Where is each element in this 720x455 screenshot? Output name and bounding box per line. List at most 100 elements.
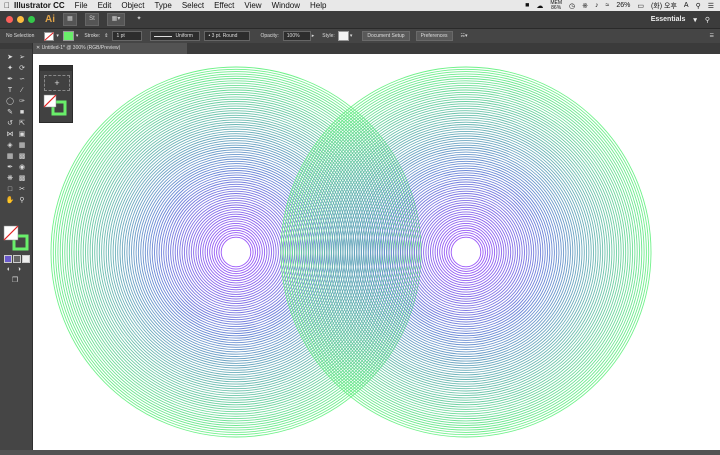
pencil-tool-icon[interactable]: ✎ bbox=[5, 108, 15, 117]
stroke-stepper-icon[interactable]: ⇕ bbox=[104, 33, 108, 39]
direct-selection-tool-icon[interactable]: ➢ bbox=[17, 53, 27, 62]
menu-object[interactable]: Object bbox=[121, 1, 144, 10]
width-tool-icon[interactable]: ⋈ bbox=[5, 130, 15, 139]
ring bbox=[386, 172, 546, 332]
cloud-icon[interactable]: ☁ bbox=[536, 2, 543, 10]
opacity-dropdown-icon[interactable]: ▸ bbox=[312, 33, 315, 39]
menu-window[interactable]: Window bbox=[272, 1, 300, 10]
document-setup-button[interactable]: Document Setup bbox=[362, 31, 410, 41]
menu-edit[interactable]: Edit bbox=[98, 1, 112, 10]
artboard-canvas[interactable] bbox=[33, 54, 720, 450]
bluetooth-icon[interactable]: ※ bbox=[582, 2, 588, 10]
stroke-weight-field[interactable]: 1 pt bbox=[112, 31, 143, 41]
search-help-icon[interactable]: ⚲ bbox=[705, 16, 710, 24]
none-mode-icon[interactable] bbox=[22, 255, 30, 263]
close-tab-icon[interactable]: ✕ bbox=[36, 45, 40, 51]
screen-mode-icon[interactable]: ❐ bbox=[10, 276, 20, 285]
draw-behind-icon[interactable]: ◑ bbox=[14, 265, 24, 274]
mesh-tool-icon[interactable]: ▦ bbox=[5, 152, 15, 161]
clock-text[interactable]: (화) 오후 bbox=[651, 1, 677, 11]
type-tool-icon[interactable]: T bbox=[5, 86, 15, 95]
perspective-grid-tool-icon[interactable]: ▦ bbox=[17, 141, 27, 150]
arrange-documents-icon[interactable]: ▦▾ bbox=[107, 13, 125, 26]
preferences-button[interactable]: Preferences bbox=[415, 31, 453, 41]
status-icon[interactable]: ■ bbox=[525, 2, 529, 9]
gradient-mode-icon[interactable] bbox=[13, 255, 21, 263]
curvature-tool-icon[interactable]: ∽ bbox=[17, 75, 27, 84]
zoom-window-button[interactable] bbox=[28, 16, 35, 23]
free-transform-tool-icon[interactable]: ▣ bbox=[17, 130, 27, 139]
gradient-tool-icon[interactable]: ▩ bbox=[17, 152, 27, 161]
input-source[interactable]: A bbox=[684, 2, 689, 9]
column-graph-tool-icon[interactable]: ▩ bbox=[17, 174, 27, 183]
stroke-dropdown-icon[interactable]: ▾ bbox=[76, 33, 79, 39]
close-window-button[interactable] bbox=[6, 16, 13, 23]
blend-tool-icon[interactable]: ◉ bbox=[17, 163, 27, 172]
clock-icon[interactable]: ◷ bbox=[569, 2, 575, 10]
lasso-tool-icon[interactable]: ⟳ bbox=[17, 64, 27, 73]
arrange-panel-icon[interactable]: ☵▾ bbox=[461, 33, 468, 39]
menu-file[interactable]: File bbox=[75, 1, 88, 10]
paintbrush-tool-icon[interactable]: ✑ bbox=[17, 97, 27, 106]
app-name-menu[interactable]: Illustrator CC bbox=[14, 1, 65, 10]
battery-percent[interactable]: 26% bbox=[616, 2, 630, 9]
stroke-swatch[interactable] bbox=[62, 31, 74, 41]
shape-builder-tool-icon[interactable]: ◈ bbox=[5, 141, 15, 150]
menu-help[interactable]: Help bbox=[310, 1, 326, 10]
rotate-tool-icon[interactable]: ↺ bbox=[5, 119, 15, 128]
scale-tool-icon[interactable]: ⇱ bbox=[17, 119, 27, 128]
workspace-switcher[interactable]: Essentials ▾ ⚲ bbox=[651, 16, 710, 24]
minimize-window-button[interactable] bbox=[17, 16, 24, 23]
pen-tool-icon[interactable]: ✒ bbox=[5, 75, 15, 84]
selection-tool-icon[interactable]: ➤ bbox=[5, 53, 15, 62]
notification-center-icon[interactable]: ☰ bbox=[708, 2, 714, 10]
zoom-tool-icon[interactable]: ⚲ bbox=[17, 196, 27, 205]
volume-icon[interactable]: ♪ bbox=[595, 2, 599, 9]
menu-select[interactable]: Select bbox=[182, 1, 204, 10]
opacity-field[interactable]: 100% bbox=[282, 31, 311, 41]
graphic-style-swatch[interactable] bbox=[337, 31, 349, 41]
gpu-rocket-icon[interactable]: ✦ bbox=[133, 14, 145, 25]
fill-swatch[interactable] bbox=[44, 31, 55, 41]
tools-panel-header[interactable] bbox=[0, 43, 32, 49]
battery-icon[interactable]: ▭ bbox=[637, 2, 644, 10]
floating-panel-header[interactable] bbox=[40, 66, 72, 71]
fill-stroke-indicator[interactable] bbox=[3, 225, 29, 251]
document-tab[interactable]: ✕ Untitled-1* @ 300% (RGB/Preview) bbox=[32, 43, 187, 54]
bridge-icon[interactable]: St bbox=[85, 13, 99, 26]
artboard-tool-icon[interactable]: □ bbox=[5, 185, 15, 194]
floating-fill-stroke-indicator[interactable] bbox=[43, 94, 67, 116]
ring bbox=[200, 216, 272, 288]
artwork[interactable] bbox=[33, 54, 720, 450]
color-mode-icon[interactable] bbox=[4, 255, 12, 263]
line-tool-icon[interactable]: ∕ bbox=[17, 86, 27, 95]
memory-indicator[interactable]: MEM 86% bbox=[550, 0, 562, 11]
hand-tool-icon[interactable]: ✋ bbox=[5, 196, 15, 205]
ring bbox=[55, 71, 417, 433]
menu-effect[interactable]: Effect bbox=[214, 1, 234, 10]
menu-type[interactable]: Type bbox=[154, 1, 171, 10]
ellipse-tool-icon[interactable]: ◯ bbox=[5, 97, 15, 106]
concentric-rings-right[interactable] bbox=[280, 66, 652, 438]
add-tool-button[interactable]: + bbox=[44, 75, 70, 91]
brush-definition[interactable]: • 3 pt. Round bbox=[204, 31, 251, 41]
stroke-label[interactable]: Stroke: bbox=[84, 33, 100, 39]
draw-normal-icon[interactable]: ◐ bbox=[4, 265, 14, 274]
search-icon[interactable]: ⚲ bbox=[696, 2, 701, 10]
opacity-label[interactable]: Opacity: bbox=[260, 33, 278, 39]
application-bar: Ai ▦ St ▦▾ ✦ Essentials ▾ ⚲ bbox=[0, 11, 720, 28]
style-dropdown-icon[interactable]: ▾ bbox=[350, 33, 353, 39]
eraser-tool-icon[interactable]: ■ bbox=[17, 108, 27, 117]
library-icon[interactable]: ▦ bbox=[63, 13, 77, 26]
apple-menu-icon[interactable]:  bbox=[0, 1, 14, 10]
panel-menu-icon[interactable]: ☰ bbox=[710, 33, 714, 39]
wifi-icon[interactable]: ≈ bbox=[605, 2, 609, 9]
menu-view[interactable]: View bbox=[244, 1, 261, 10]
slice-tool-icon[interactable]: ✂ bbox=[17, 185, 27, 194]
eyedropper-tool-icon[interactable]: ✒ bbox=[5, 163, 15, 172]
symbol-sprayer-tool-icon[interactable]: ❋ bbox=[5, 174, 15, 183]
fill-dropdown-icon[interactable]: ▾ bbox=[56, 33, 59, 39]
variable-width-profile[interactable]: Uniform bbox=[150, 31, 201, 41]
ring bbox=[85, 101, 387, 403]
magic-wand-tool-icon[interactable]: ✦ bbox=[5, 64, 15, 73]
